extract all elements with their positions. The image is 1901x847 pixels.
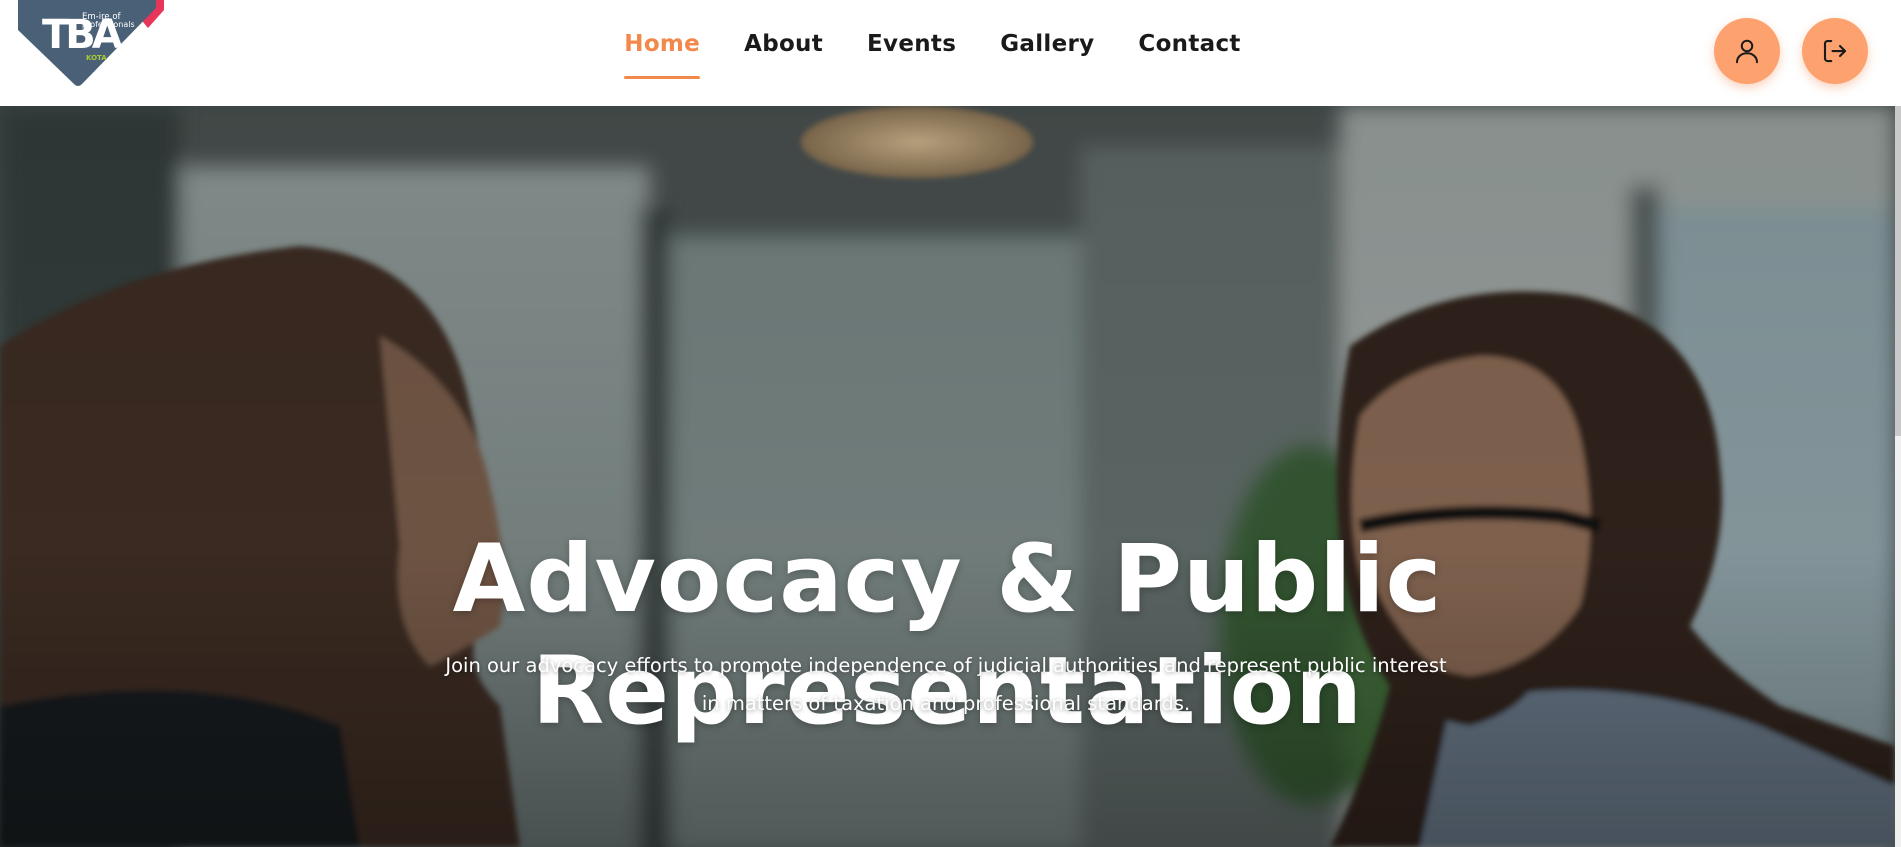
hero-section: Advocacy & Public Representation [0,106,1895,847]
main-nav: Home About Events Gallery Contact [0,0,1901,106]
nav-contact[interactable]: Contact [1138,31,1240,67]
logout-icon [1823,39,1847,63]
hero-subtitle-line2: in matters of taxation and professional … [701,692,1191,715]
nav-links: Home About Events Gallery Contact [624,31,1240,79]
logout-button[interactable] [1802,18,1868,84]
nav-gallery[interactable]: Gallery [1000,31,1094,67]
user-icon [1736,39,1758,64]
scrollbar-thumb[interactable] [1895,106,1901,436]
hero-subtitle-line1: Join our advocacy efforts to promote ind… [445,654,1447,677]
nav-home[interactable]: Home [624,31,700,79]
nav-events[interactable]: Events [867,31,956,67]
page-scrollbar[interactable] [1895,0,1901,847]
site-header: TBA Em-ire of professionals KOTA Home Ab… [0,0,1901,106]
hero-title-line1: Advocacy & Public [452,525,1443,634]
hero-subtitle: Join our advocacy efforts to promote ind… [440,647,1452,723]
nav-about[interactable]: About [744,31,823,67]
profile-button[interactable] [1714,18,1780,84]
